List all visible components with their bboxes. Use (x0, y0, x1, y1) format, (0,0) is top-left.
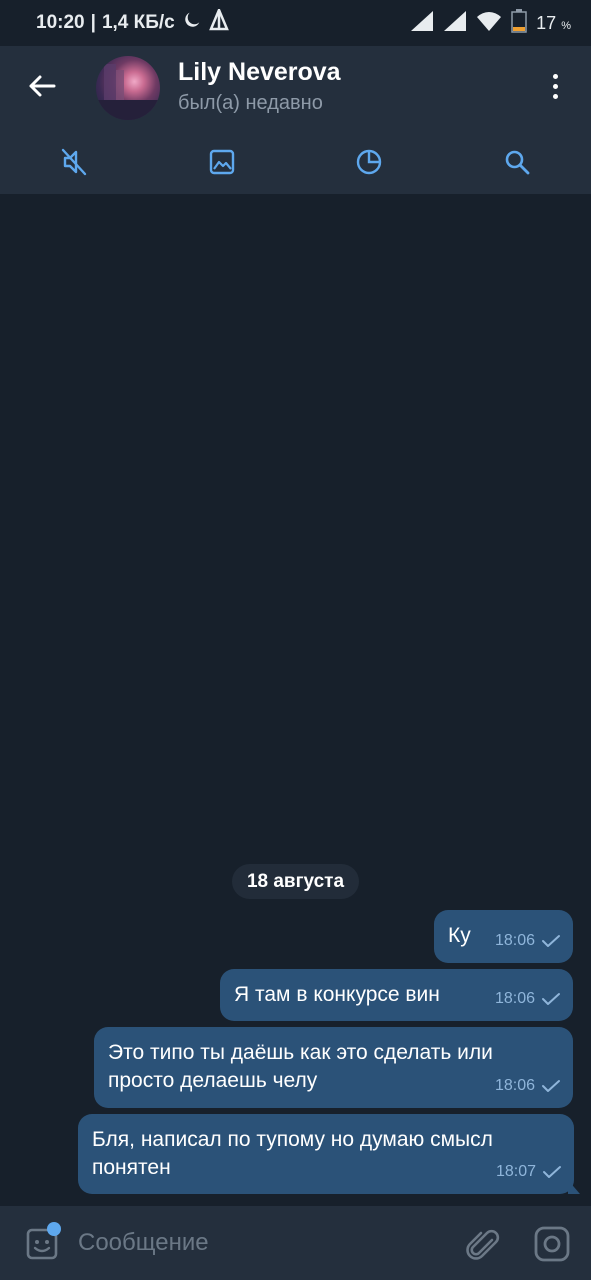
message-time: 18:06 (494, 1077, 535, 1094)
check-icon (542, 1080, 560, 1092)
check-icon (542, 993, 560, 1005)
avatar[interactable] (96, 56, 160, 120)
sail-icon (208, 6, 229, 37)
chat-toolbar (0, 130, 591, 194)
status-bar: 10:20 | 1,4 КБ/с 17 % (0, 0, 591, 46)
contact-name[interactable]: Lily Neverova (178, 58, 341, 87)
message-composer (0, 1206, 591, 1280)
mute-icon (61, 148, 87, 176)
mute-button[interactable] (54, 142, 94, 182)
signal-icon (410, 10, 434, 37)
timer-icon (356, 149, 382, 175)
battery-level: 17 % (536, 12, 571, 33)
chat-area[interactable]: 18 августа Ку 18:06 Я там в конкурсе вин… (0, 194, 591, 1206)
message-meta: 18:06 (495, 927, 561, 955)
paperclip-icon (466, 1229, 500, 1260)
signal-icon-2 (443, 10, 467, 37)
message-text: Я там в конкурсе вин (234, 983, 440, 1006)
search-icon (505, 150, 530, 175)
check-icon (542, 935, 560, 947)
attach-button[interactable] (462, 1224, 502, 1264)
wifi-icon (476, 10, 502, 37)
check-icon (543, 1166, 561, 1178)
gallery-button[interactable] (202, 142, 242, 182)
message-meta: 18:07 (496, 1158, 562, 1186)
message-bubble[interactable]: Это типо ты даёшь как это сделать или пр… (94, 1027, 573, 1108)
message-time: 18:07 (495, 1163, 536, 1180)
message-text: Ку (448, 924, 471, 947)
back-button[interactable] (24, 68, 60, 104)
battery-icon (511, 8, 527, 38)
timer-button[interactable] (349, 142, 389, 182)
gallery-icon (209, 149, 235, 175)
status-speed: 1,4 КБ/с (101, 12, 175, 33)
date-separator: 18 августа (232, 864, 359, 899)
message-bubble[interactable]: Бля, написал по тупому но думаю смысл по… (78, 1114, 580, 1194)
chat-header: Lily Neverova был(а) недавно (0, 46, 591, 194)
message-meta: 18:06 (495, 1072, 561, 1100)
status-separator: | (90, 12, 96, 33)
message-time: 18:06 (494, 932, 535, 949)
message-time: 18:06 (494, 990, 535, 1007)
bubble-tail (568, 1180, 580, 1194)
status-time: 10:20 (36, 12, 85, 33)
message-bubble[interactable]: Я там в конкурсе вин 18:06 (220, 969, 573, 1021)
message-text: Это типо ты даёшь как это сделать или пр… (108, 1041, 493, 1092)
camera-icon (534, 1226, 570, 1262)
message-meta: 18:06 (495, 985, 561, 1013)
search-button[interactable] (497, 142, 537, 182)
last-seen-status: был(а) недавно (178, 92, 323, 114)
camera-button[interactable] (532, 1224, 572, 1264)
message-input[interactable] (78, 1224, 438, 1262)
moon-icon (181, 9, 203, 37)
arrow-left-icon (29, 75, 56, 97)
message-text: Бля, написал по тупому но думаю смысл по… (92, 1128, 493, 1179)
notification-dot (47, 1222, 61, 1236)
message-bubble[interactable]: Ку 18:06 (434, 910, 573, 963)
more-menu-button[interactable] (543, 68, 567, 104)
